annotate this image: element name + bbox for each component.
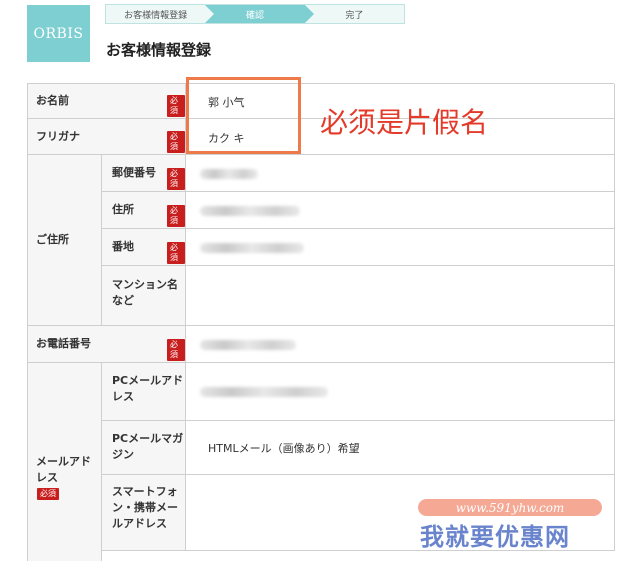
postal-label: 郵便番号 (112, 166, 156, 179)
building-label-cell: マンション名など (102, 266, 186, 326)
required-badge: 必須 (37, 488, 59, 500)
step-complete: 完了 (304, 5, 404, 23)
required-badge: 必須 (167, 242, 185, 264)
mobile-mail-label-cell: スマートフォン・携帯メールアドレス (102, 475, 186, 551)
highlight-box (186, 77, 301, 154)
mobile-mail-label: スマートフォン・携帯メールアドレス (112, 485, 178, 530)
customer-form: お名前 必須 郭 小气 フリガナ 必須 カク キ ご住所 郵便番号 必須 住所 … (27, 83, 615, 561)
email-label-cell: メールアドレス 必須 (28, 363, 102, 561)
blurred-value (200, 169, 258, 179)
mail-magazine-value: HTMLメール（画像あり）希望 (208, 442, 360, 455)
building-field[interactable] (186, 266, 615, 326)
annotation-text: 必须是片假名 (320, 106, 489, 139)
furigana-label-cell: フリガナ 必須 (28, 119, 186, 155)
pc-mail-field[interactable] (186, 363, 615, 421)
address-label-cell: ご住所 (28, 155, 102, 326)
name-label-cell: お名前 必須 (28, 84, 186, 119)
blurred-value (200, 206, 300, 216)
mail-magazine-label-cell: PCメールマガジン (102, 421, 186, 475)
page-title: お客様情報登録 (106, 41, 212, 59)
required-badge: 必須 (167, 205, 185, 227)
pc-mail-label-cell: PCメールアドレス (102, 363, 186, 421)
email-label: メールアドレス (36, 455, 91, 484)
blurred-value (200, 387, 328, 397)
building-label: マンション名など (112, 278, 178, 307)
watermark-name: 我就要优惠网 (420, 523, 570, 551)
required-badge: 必須 (167, 339, 185, 361)
required-badge: 必須 (167, 131, 185, 153)
blurred-value (200, 243, 304, 253)
required-badge: 必須 (167, 95, 185, 117)
phone-label-cell: お電話番号 必須 (28, 326, 186, 363)
postal-field[interactable] (186, 155, 615, 192)
banchi-field[interactable] (186, 229, 615, 266)
postal-label-cell: 郵便番号 必須 (102, 155, 186, 192)
jusho-label-cell: 住所 必須 (102, 192, 186, 229)
banchi-label-cell: 番地 必須 (102, 229, 186, 266)
logo-text: ORBIS (33, 25, 84, 42)
mail-magazine-label: PCメールマガジン (112, 432, 184, 461)
address-label: ご住所 (36, 233, 69, 246)
orbis-logo[interactable]: ORBIS (27, 5, 90, 62)
mail-magazine-field[interactable]: HTMLメール（画像あり）希望 (186, 421, 615, 475)
name-label: お名前 (36, 94, 69, 107)
jusho-field[interactable] (186, 192, 615, 229)
step-progress-bar: お客様情報登録 確認 完了 (105, 4, 405, 24)
step-registration: お客様情報登録 (106, 5, 215, 23)
pc-mail-label: PCメールアドレス (112, 374, 184, 403)
required-badge: 必須 (167, 168, 185, 190)
banchi-label: 番地 (112, 240, 134, 253)
watermark-url: www.591yhw.com (418, 499, 602, 516)
phone-label: お電話番号 (36, 337, 91, 350)
step-confirm: 確認 (205, 5, 315, 23)
phone-field[interactable] (186, 326, 615, 363)
blurred-value (200, 340, 296, 350)
furigana-label: フリガナ (36, 130, 80, 143)
jusho-label: 住所 (112, 203, 134, 216)
